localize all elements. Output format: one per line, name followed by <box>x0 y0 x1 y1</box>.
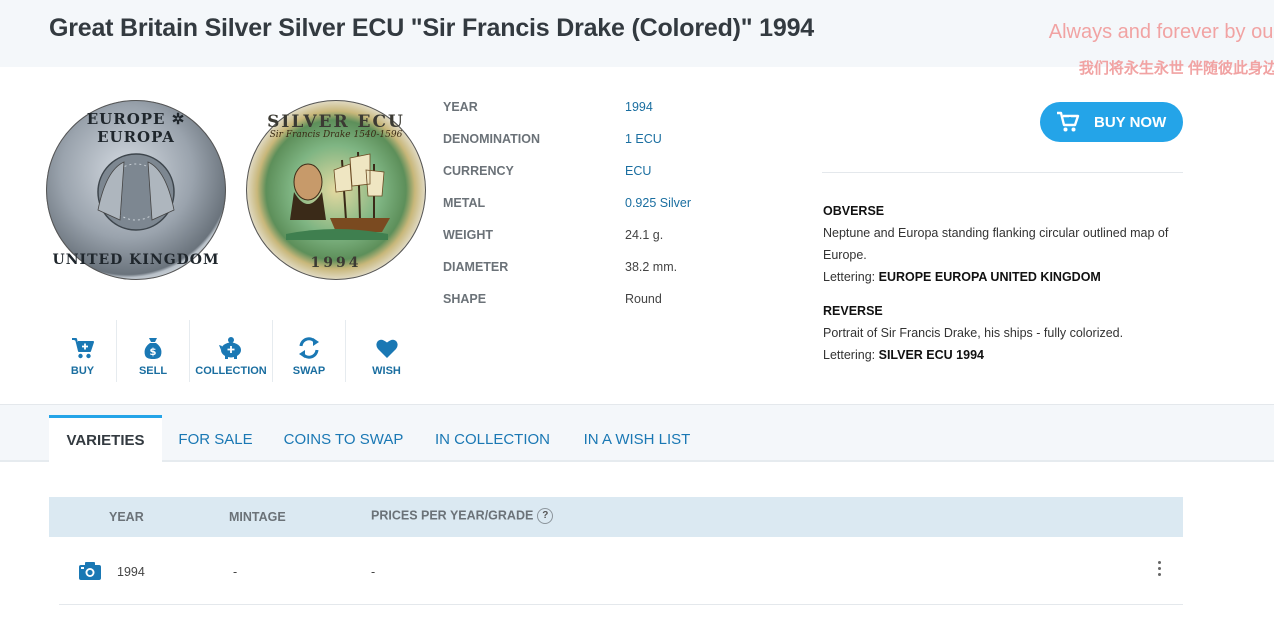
action-buy-label: BUY <box>70 365 95 377</box>
row-more-menu-icon[interactable] <box>1154 559 1164 581</box>
heart-icon <box>375 339 398 358</box>
spec-value-link[interactable]: 0.925 Silver <box>625 196 691 210</box>
lettering-value: SILVER ECU 1994 <box>878 348 984 362</box>
tab-coins-to-swap[interactable]: COINS TO SWAP <box>274 415 413 463</box>
row-prices: - <box>371 565 376 579</box>
obverse-text: Neptune and Europa standing flanking cir… <box>823 226 1169 262</box>
table-row[interactable]: 1994 - - <box>59 537 1183 605</box>
divider <box>822 172 1183 173</box>
column-header-year: YEAR <box>109 510 144 524</box>
lettering-label: Lettering: <box>823 348 876 362</box>
spec-row-currency: CURRENCY ECU <box>443 164 743 180</box>
lettering-value: EUROPE EUROPA UNITED KINGDOM <box>878 270 1101 284</box>
obverse-lettering: Lettering: EUROPE EUROPA UNITED KINGDOM <box>823 266 1183 288</box>
action-buy[interactable]: BUY <box>49 320 117 382</box>
spec-row-denomination: DENOMINATION 1 ECU <box>443 132 743 148</box>
action-wish[interactable]: WISH <box>346 320 427 382</box>
varieties-table-header: YEAR MINTAGE PRICES PER YEAR/GRADE? <box>49 497 1183 537</box>
action-sell-label: SELL <box>138 365 168 377</box>
row-mintage: - <box>233 565 238 579</box>
row-year[interactable]: 1994 <box>117 565 145 579</box>
spec-row-diameter: DIAMETER 38.2 mm. <box>443 260 743 276</box>
buy-now-button[interactable]: BUY NOW <box>1040 102 1183 142</box>
spec-row-year: YEAR 1994 <box>443 100 743 116</box>
svg-text:$: $ <box>150 347 157 358</box>
spec-label: YEAR <box>443 100 478 114</box>
column-header-prices: PRICES PER YEAR/GRADE? <box>371 508 554 524</box>
reverse-text: Portrait of Sir Francis Drake, his ships… <box>823 326 1124 340</box>
piggy-bank-icon <box>219 337 241 359</box>
action-sell[interactable]: $ SELL <box>117 320 190 382</box>
coin-obverse-image[interactable]: EUROPE ✲ EUROPA UNITED KINGDOM <box>46 100 226 280</box>
tab-for-sale[interactable]: FOR SALE <box>168 415 263 463</box>
camera-icon[interactable] <box>79 562 101 580</box>
buy-now-label: BUY NOW <box>1094 113 1167 131</box>
tab-in-collection[interactable]: IN COLLECTION <box>425 415 560 463</box>
spec-value-link[interactable]: 1994 <box>625 100 653 114</box>
cart-icon <box>1057 111 1080 132</box>
column-header-mintage: MINTAGE <box>229 510 286 524</box>
page-title: Great Britain Silver Silver ECU "Sir Fra… <box>49 14 814 42</box>
obverse-description: OBVERSE Neptune and Europa standing flan… <box>823 200 1183 288</box>
spec-label: CURRENCY <box>443 164 514 178</box>
obverse-heading: OBVERSE <box>823 204 885 218</box>
help-icon[interactable]: ? <box>537 508 554 524</box>
spec-value: Round <box>625 292 662 306</box>
spec-label: METAL <box>443 196 486 210</box>
tab-varieties[interactable]: VARIETIES <box>49 415 162 463</box>
reverse-heading: REVERSE <box>823 304 883 318</box>
money-bag-icon: $ <box>144 338 162 359</box>
action-collection-label: COLLECTION <box>195 365 267 377</box>
spec-row-metal: METAL 0.925 Silver <box>443 196 743 212</box>
column-header-prices-label: PRICES PER YEAR/GRADE <box>371 508 534 523</box>
page-header: Great Britain Silver Silver ECU "Sir Fra… <box>0 0 1274 77</box>
spec-value-link[interactable]: ECU <box>625 164 651 178</box>
coin-obverse-bottom-lettering: UNITED KINGDOM <box>52 252 220 268</box>
reverse-lettering: Lettering: SILVER ECU 1994 <box>823 344 1183 366</box>
tab-bar: VARIETIES FOR SALE COINS TO SWAP IN COLL… <box>0 404 1274 463</box>
action-swap-label: SWAP <box>292 365 326 377</box>
swap-arrows-icon <box>299 337 319 359</box>
cart-icon <box>71 338 94 359</box>
spec-label: DIAMETER <box>443 260 509 274</box>
action-swap[interactable]: SWAP <box>273 320 346 382</box>
lettering-label: Lettering: <box>823 270 876 284</box>
spec-label: DENOMINATION <box>443 132 540 146</box>
coin-reverse-year-lettering: 1994 <box>310 255 362 271</box>
spec-row-weight: WEIGHT 24.1 g. <box>443 228 743 244</box>
drake-portrait-ship-scene <box>286 151 390 240</box>
watermark-text: Always and forever by our <box>1048 21 1274 43</box>
spec-label: WEIGHT <box>443 228 493 242</box>
watermark-text-chinese: 我们将永生永世 伴随彼此身边 <box>1078 60 1274 77</box>
reverse-description: REVERSE Portrait of Sir Francis Drake, h… <box>823 300 1183 366</box>
spec-value: 24.1 g. <box>625 228 664 242</box>
coin-actions: BUY $ SELL COLLECTION SWAP WISH <box>49 320 427 382</box>
spec-row-shape: SHAPE Round <box>443 292 743 308</box>
spec-value: 38.2 mm. <box>625 260 678 274</box>
spec-value-link[interactable]: 1 ECU <box>625 132 662 146</box>
action-wish-label: WISH <box>372 365 401 377</box>
action-collection[interactable]: COLLECTION <box>190 320 273 382</box>
spec-label: SHAPE <box>443 292 487 306</box>
tab-in-a-wish-list[interactable]: IN A WISH LIST <box>572 415 702 463</box>
coin-reverse-image[interactable]: SILVER ECU Sir Francis Drake 1540-1596 1… <box>246 100 426 280</box>
